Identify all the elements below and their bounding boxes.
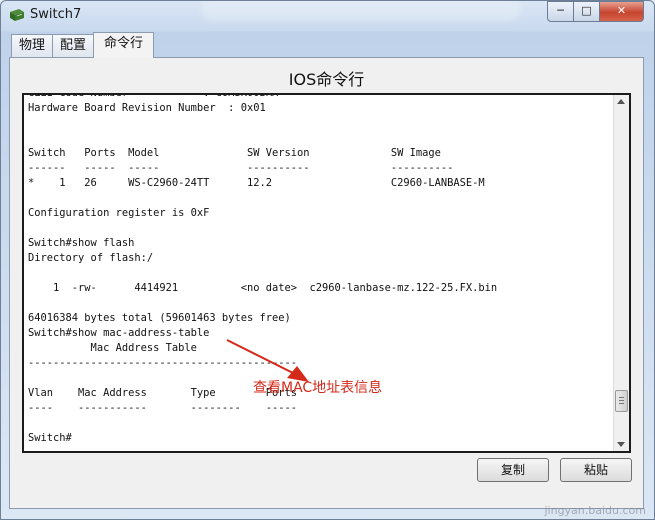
window-title: Switch7: [30, 7, 82, 22]
scroll-up-icon[interactable]: [617, 99, 625, 104]
terminal-line: CLEI Code Number : COMSK00BRA: [28, 93, 279, 99]
terminal-line: * 1 26 WS-C2960-24TT 12.2 C2960-LANBASE-…: [28, 177, 485, 189]
terminal-line: ---- ----------- -------- -----: [28, 402, 297, 414]
minimize-button[interactable]: ─: [547, 1, 574, 22]
terminal-scrollbar[interactable]: [613, 95, 629, 451]
terminal-line: Switch#show mac-address-table: [28, 327, 210, 339]
scroll-down-icon[interactable]: [617, 442, 625, 447]
terminal-line: Configuration register is 0xF: [28, 207, 210, 219]
terminal-line: Switch#show flash: [28, 237, 135, 249]
terminal-output[interactable]: CLEI Code Number : COMSK00BRA Hardware Bo…: [22, 93, 631, 453]
annotation-text: 查看MAC地址表信息: [253, 380, 383, 396]
grip-line: [619, 396, 624, 398]
terminal-line: 1 -rw- 4414921 <no date> c2960-lanbase-m…: [28, 282, 498, 294]
cli-panel: IOS命令行 CLEI Code Number : COMSK00BRA Hard…: [9, 57, 644, 509]
grip-line: [619, 402, 624, 404]
tab-cli[interactable]: 命令行: [93, 32, 155, 58]
terminal-line: Switch#: [28, 432, 72, 444]
panel-title: IOS命令行: [288, 70, 365, 89]
paste-button[interactable]: 粘贴: [560, 458, 632, 482]
terminal-line: Directory of flash:/: [28, 252, 154, 264]
grip-line: [619, 399, 624, 401]
tab-physical[interactable]: 物理: [11, 34, 54, 57]
terminal-line: Mac Address Table: [28, 342, 197, 354]
tab-config[interactable]: 配置: [52, 34, 95, 57]
scroll-thumb[interactable]: [615, 389, 628, 412]
app-window: Switch7 ─ □ ✕ 物理 配置 命令行 IOS命令行 CLEI Code…: [0, 0, 655, 520]
switch-app-icon: [10, 9, 24, 21]
title-bar[interactable]: Switch7 ─ □ ✕: [1, 1, 654, 31]
terminal-line: ----------------------------------------…: [28, 357, 297, 369]
copy-button[interactable]: 复制: [477, 458, 549, 482]
tab-bar: 物理 配置 命令行: [11, 32, 155, 58]
terminal-line: Hardware Board Revision Number : 0x01: [28, 102, 266, 114]
maximize-button[interactable]: □: [573, 1, 600, 22]
terminal-line: Switch Ports Model SW Version SW Image: [28, 147, 441, 159]
terminal-line: 64016384 bytes total (59601463 bytes fre…: [28, 312, 291, 324]
watermark: jingyan.baidu.com: [544, 504, 646, 517]
terminal-line: ------ ----- ----- ---------- ----------: [28, 162, 454, 174]
close-button[interactable]: ✕: [599, 1, 644, 22]
blurred-background: [201, 1, 521, 21]
